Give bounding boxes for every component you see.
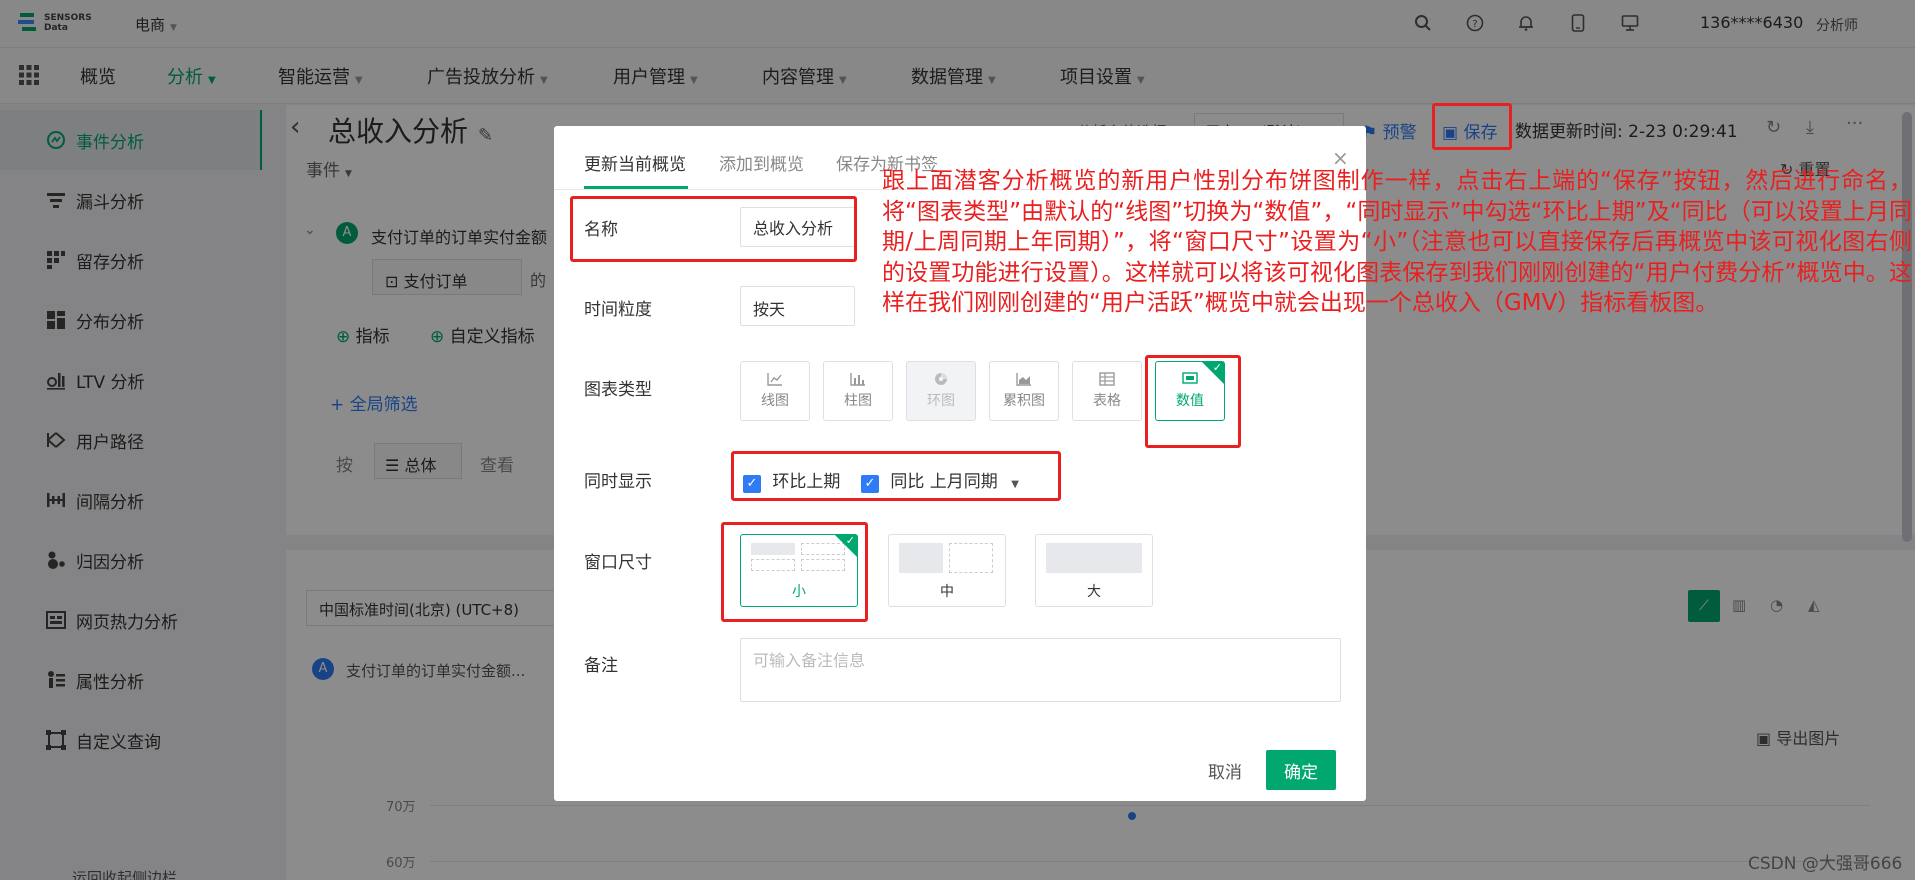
highlight-window-size: [721, 522, 868, 622]
chart-type-label-text: 柱图: [844, 393, 872, 409]
donut-chart-icon: [935, 373, 947, 385]
size-preview: [1046, 543, 1142, 573]
cancel-button[interactable]: 取消: [1194, 750, 1256, 790]
chart-type-area[interactable]: 累积图: [989, 361, 1059, 421]
size-preview: [949, 543, 993, 573]
highlight-save: [1432, 103, 1512, 150]
annotation-text: 跟上面潜客分析概览的新用户性别分布饼图制作一样，点击右上端的“保存”按钮，然后进…: [882, 168, 1912, 316]
highlight-chart-type: [1145, 355, 1241, 448]
area-chart-icon: [1016, 373, 1031, 386]
bar-chart-icon: [850, 373, 865, 386]
window-size-label: 窗口尺寸: [584, 553, 652, 573]
line-chart-icon: [767, 373, 782, 386]
chart-type-label: 图表类型: [584, 380, 652, 400]
size-medium[interactable]: 中: [888, 534, 1006, 607]
chart-type-donut[interactable]: 环图: [906, 361, 976, 421]
chart-type-table[interactable]: 表格: [1072, 361, 1142, 421]
tab-update-overview[interactable]: 更新当前概览: [584, 150, 686, 175]
granularity-label: 时间粒度: [584, 300, 652, 320]
highlight-name: [570, 196, 857, 262]
chart-type-line[interactable]: 线图: [740, 361, 810, 421]
highlight-show-also: [731, 451, 1061, 501]
remark-textarea[interactable]: 可输入备注信息: [740, 638, 1341, 702]
size-label-text: 中: [940, 584, 954, 600]
granularity-select[interactable]: 按天: [740, 286, 855, 326]
table-icon: [1099, 372, 1115, 386]
chart-type-label-text: 累积图: [1003, 393, 1045, 409]
chart-type-label-text: 线图: [761, 393, 789, 409]
show-also-label: 同时显示: [584, 472, 652, 492]
chart-type-label-text: 表格: [1093, 393, 1121, 409]
size-label-text: 大: [1087, 584, 1101, 600]
size-preview: [899, 543, 943, 573]
tab-add-to-overview[interactable]: 添加到概览: [719, 150, 804, 175]
remark-label: 备注: [584, 656, 618, 676]
size-large[interactable]: 大: [1035, 534, 1153, 607]
watermark: CSDN @大强哥666: [1748, 854, 1903, 874]
chart-type-label-text: 环图: [927, 393, 955, 409]
confirm-button[interactable]: 确定: [1266, 750, 1336, 790]
chart-type-bar[interactable]: 柱图: [823, 361, 893, 421]
